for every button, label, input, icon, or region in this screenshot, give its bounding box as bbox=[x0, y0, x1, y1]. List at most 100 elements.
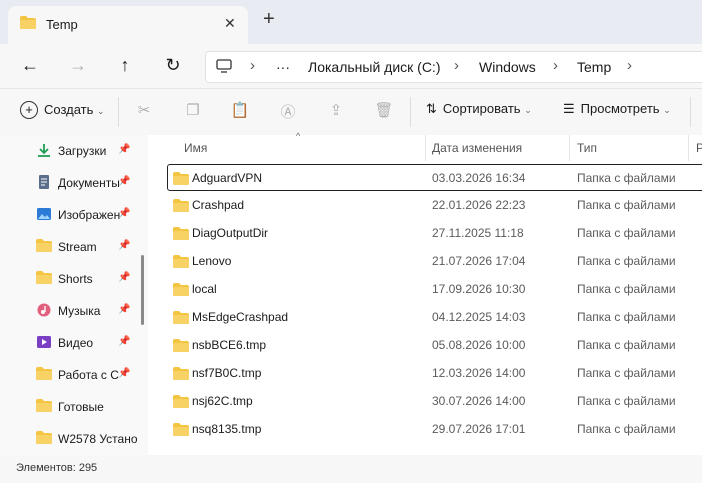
cut-icon[interactable]: ✂ bbox=[134, 101, 154, 121]
chevron-right-icon: › bbox=[553, 57, 558, 74]
file-row[interactable]: Crashpad 22.01.2026 22:23 Папка с файлами bbox=[168, 192, 702, 219]
create-button[interactable]: + Создать ⌄ bbox=[20, 101, 105, 119]
sort-label: Сортировать bbox=[442, 101, 521, 116]
column-divider[interactable] bbox=[569, 135, 570, 161]
file-name: nsbBCE6.tmp bbox=[192, 338, 267, 352]
share-icon[interactable]: ⇪ bbox=[326, 101, 346, 121]
column-type[interactable]: Тип bbox=[577, 141, 597, 155]
sidebar-scrollbar[interactable] bbox=[141, 255, 144, 325]
content-area: Загрузки 📌 Документы 📌 Изображения 📌 Str… bbox=[0, 131, 702, 455]
chevron-right-icon[interactable]: › bbox=[627, 57, 632, 74]
column-date[interactable]: Дата изменения bbox=[432, 141, 522, 155]
sidebar-item-label: Готовые bbox=[58, 400, 104, 414]
file-row[interactable]: nsbBCE6.tmp 05.08.2026 10:00 Папка с файла… bbox=[168, 332, 702, 359]
file-name: nsq8135.tmp bbox=[192, 422, 262, 436]
sidebar-item-shorts[interactable]: Shorts 📌 bbox=[34, 267, 144, 291]
file-type: Папка с файлами bbox=[577, 198, 676, 212]
folder-icon bbox=[36, 431, 52, 445]
breadcrumb-item-drive[interactable]: Локальный диск (C:) bbox=[308, 59, 441, 75]
toolbar-separator bbox=[118, 97, 119, 127]
up-button[interactable]: ↑ bbox=[113, 53, 137, 77]
file-type: Папка с файлами bbox=[577, 226, 676, 240]
file-type: Папка с файлами bbox=[577, 394, 676, 408]
sidebar-item-stream[interactable]: Stream 📌 bbox=[34, 235, 144, 259]
pin-icon[interactable]: 📌 bbox=[118, 240, 130, 251]
file-row[interactable]: nsf7B0C.tmp 12.03.2026 14:00 Папка с файла… bbox=[168, 360, 702, 387]
sidebar-item-documents[interactable]: Документы 📌 bbox=[34, 171, 144, 195]
column-divider[interactable] bbox=[425, 135, 426, 161]
folder-icon bbox=[36, 367, 52, 381]
image-icon bbox=[36, 207, 52, 221]
column-name[interactable]: Имя bbox=[184, 141, 207, 155]
column-size[interactable]: Р bbox=[696, 141, 702, 155]
sort-button[interactable]: ⇅ Сортировать ⌄ bbox=[426, 101, 532, 117]
file-row[interactable]: local 17.09.2026 10:30 Папка с файлами bbox=[168, 276, 702, 303]
close-tab-icon[interactable]: ✕ bbox=[224, 15, 236, 32]
toolbar-separator bbox=[690, 97, 691, 127]
sidebar-item-downloads[interactable]: Загрузки 📌 bbox=[34, 139, 144, 163]
sidebar-item-ready[interactable]: Готовые bbox=[34, 395, 144, 419]
folder-icon bbox=[20, 16, 36, 29]
more-locations-icon[interactable]: ··· bbox=[276, 59, 290, 75]
pin-icon[interactable]: 📌 bbox=[118, 176, 130, 187]
breadcrumb[interactable]: › ··· Локальный диск (C:) › Windows › Te… bbox=[205, 51, 702, 83]
chevron-down-icon: ⌄ bbox=[97, 106, 105, 116]
file-row[interactable]: DiagOutputDir 27.11.2025 11:18 Папка с фай… bbox=[168, 220, 702, 247]
copy-icon[interactable]: ❐ bbox=[183, 101, 203, 121]
folder-icon bbox=[173, 339, 189, 352]
sidebar-item-label: Stream bbox=[58, 240, 97, 254]
view-button[interactable]: ☰ Просмотреть ⌄ bbox=[563, 101, 671, 117]
sidebar-item-work[interactable]: Работа с С 📌 bbox=[34, 363, 144, 387]
pin-icon[interactable]: 📌 bbox=[118, 144, 130, 155]
column-divider[interactable] bbox=[688, 135, 689, 161]
sidebar-item-w2578[interactable]: W2578 Устано bbox=[34, 427, 144, 451]
paste-icon[interactable]: 📋 bbox=[230, 101, 250, 121]
file-row[interactable]: AdguardVPN 03.03.2026 16:34 Папка с файлам… bbox=[167, 164, 702, 191]
folder-icon bbox=[173, 311, 189, 324]
computer-icon[interactable] bbox=[216, 59, 232, 76]
pin-icon[interactable]: 📌 bbox=[118, 304, 130, 315]
sidebar-item-images[interactable]: Изображения 📌 bbox=[34, 203, 144, 227]
folder-icon bbox=[173, 367, 189, 380]
folder-icon bbox=[173, 423, 189, 436]
file-row[interactable]: MsEdgeCrashpad 04.12.2025 14:03 Папка с фа… bbox=[168, 304, 702, 331]
sidebar-item-video[interactable]: Видео 📌 bbox=[34, 331, 144, 355]
folder-icon bbox=[36, 271, 52, 285]
sidebar-item-label: W2578 Устано bbox=[58, 432, 138, 446]
sidebar-item-label: Загрузки bbox=[58, 144, 107, 158]
refresh-button[interactable]: ↻ bbox=[161, 53, 185, 77]
delete-icon[interactable]: 🗑 bbox=[374, 101, 394, 121]
file-row[interactable]: nsq8135.tmp 29.07.2026 17:01 Папка с файла… bbox=[168, 416, 702, 443]
pin-icon[interactable]: 📌 bbox=[118, 272, 130, 283]
new-tab-button[interactable]: + bbox=[263, 8, 275, 31]
pin-icon[interactable]: 📌 bbox=[118, 208, 130, 219]
address-bar: ← → ↑ ↻ › ··· Локальный диск (C:) › Wind… bbox=[0, 44, 702, 88]
sidebar-item-music[interactable]: Музыка 📌 bbox=[34, 299, 144, 323]
file-row[interactable]: nsj62C.tmp 30.07.2026 14:00 Папка с файлам… bbox=[168, 388, 702, 415]
chevron-right-icon: › bbox=[250, 57, 255, 74]
breadcrumb-item-windows[interactable]: Windows bbox=[479, 59, 536, 75]
file-date: 22.01.2026 22:23 bbox=[432, 198, 526, 212]
file-name: DiagOutputDir bbox=[192, 226, 269, 240]
sidebar-item-label: Изображения bbox=[58, 208, 120, 222]
file-date: 27.11.2025 11:18 bbox=[432, 226, 524, 240]
folder-icon bbox=[36, 239, 52, 253]
breadcrumb-item-temp[interactable]: Temp bbox=[577, 59, 611, 75]
folder-icon bbox=[173, 283, 189, 296]
file-name: Crashpad bbox=[192, 198, 245, 212]
back-button[interactable]: ← bbox=[18, 53, 42, 77]
title-bar: Temp ✕ + bbox=[0, 0, 702, 44]
file-explorer-window: Temp ✕ + ← → ↑ ↻ › ··· Локальный диск (C… bbox=[0, 0, 702, 483]
column-header: ^ Имя Дата изменения Тип Р bbox=[148, 131, 702, 161]
view-icon: ☰ bbox=[563, 101, 575, 116]
file-row[interactable]: Lenovo 21.07.2026 17:04 Папка с файлами bbox=[168, 248, 702, 275]
pin-icon[interactable]: 📌 bbox=[118, 336, 130, 347]
file-type: Папка с файлами bbox=[577, 338, 676, 352]
rename-icon[interactable]: Ⓐ bbox=[278, 101, 298, 121]
video-icon bbox=[36, 335, 52, 349]
view-label: Просмотреть bbox=[580, 101, 660, 116]
pin-icon[interactable]: 📌 bbox=[118, 368, 130, 379]
tab-temp[interactable]: Temp ✕ bbox=[8, 6, 248, 44]
file-date: 04.12.2025 14:03 bbox=[432, 310, 526, 324]
forward-button[interactable]: → bbox=[66, 53, 90, 77]
